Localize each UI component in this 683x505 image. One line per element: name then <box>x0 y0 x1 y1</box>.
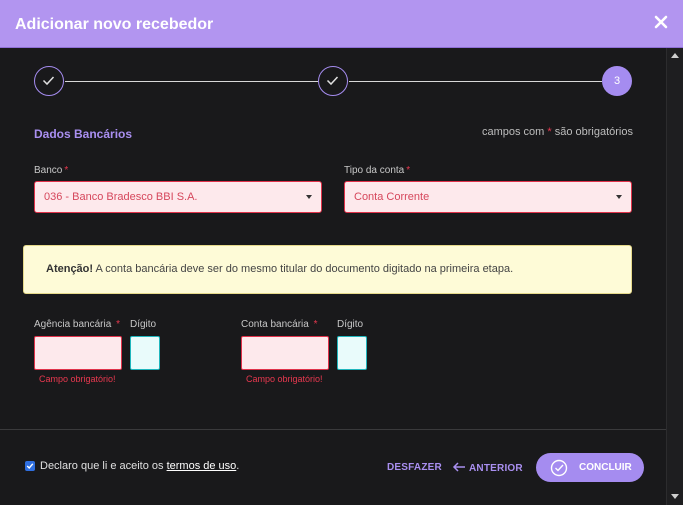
chevron-down-icon <box>616 195 622 199</box>
alert-strong: Atenção! <box>46 263 94 275</box>
agency-label: Agência bancária * <box>34 319 120 330</box>
check-icon <box>42 76 55 86</box>
section-title: Dados Bancários <box>34 127 133 141</box>
account-error: Campo obrigatório! <box>246 374 323 384</box>
account-type-label: Tipo da conta * <box>344 165 411 176</box>
account-digit-input[interactable] <box>337 336 367 370</box>
add-recipient-modal: Adicionar novo recebedor 3 Dados Bancári… <box>0 0 683 505</box>
finish-button[interactable]: CONCLUIR <box>536 453 644 482</box>
step-3-active: 3 <box>602 66 632 96</box>
step-connector <box>65 81 318 82</box>
warning-alert: Atenção! A conta bancária deve ser do me… <box>23 245 632 294</box>
account-label: Conta bancária * <box>241 319 318 330</box>
previous-button[interactable]: ANTERIOR <box>452 462 523 474</box>
terms-link[interactable]: termos de uso <box>167 460 237 472</box>
step-2-complete <box>318 66 348 96</box>
required-fields-note: campos com * são obrigatórios <box>481 126 633 138</box>
agency-digit-label: Dígito <box>130 319 157 330</box>
account-digit-label: Dígito <box>337 319 364 330</box>
chevron-down-icon <box>306 195 312 199</box>
modal-header: Adicionar novo recebedor <box>0 0 683 48</box>
account-type-select-value: Conta Corrente <box>354 191 430 203</box>
undo-button[interactable]: DESFAZER <box>387 462 442 473</box>
account-type-select[interactable]: Conta Corrente <box>344 181 632 213</box>
terms-checkbox[interactable] <box>25 461 35 471</box>
step-1-complete <box>34 66 64 96</box>
check-circle-icon <box>550 459 568 477</box>
agency-error: Campo obrigatório! <box>39 374 116 384</box>
terms-text: Declaro que li e aceito os termos de uso… <box>40 460 240 472</box>
check-icon <box>326 76 339 86</box>
scrollbar[interactable] <box>666 48 683 505</box>
close-icon[interactable] <box>651 12 671 32</box>
step-connector <box>349 81 602 82</box>
modal-title: Adicionar novo recebedor <box>15 16 214 33</box>
bank-select[interactable]: 036 - Banco Bradesco BBI S.A. <box>34 181 322 213</box>
finish-button-label: CONCLUIR <box>579 462 632 473</box>
bank-select-value: 036 - Banco Bradesco BBI S.A. <box>44 191 198 203</box>
bank-label: Banco * <box>34 165 69 176</box>
agency-digit-input[interactable] <box>130 336 160 370</box>
checkmark-icon <box>26 463 34 470</box>
account-input[interactable] <box>241 336 329 370</box>
scroll-down-arrow-icon[interactable] <box>671 494 679 499</box>
scroll-up-arrow-icon[interactable] <box>671 53 679 58</box>
footer-divider <box>0 429 666 430</box>
alert-text: A conta bancária deve ser do mesmo titul… <box>95 263 514 275</box>
agency-input[interactable] <box>34 336 122 370</box>
arrow-left-icon <box>452 462 465 472</box>
